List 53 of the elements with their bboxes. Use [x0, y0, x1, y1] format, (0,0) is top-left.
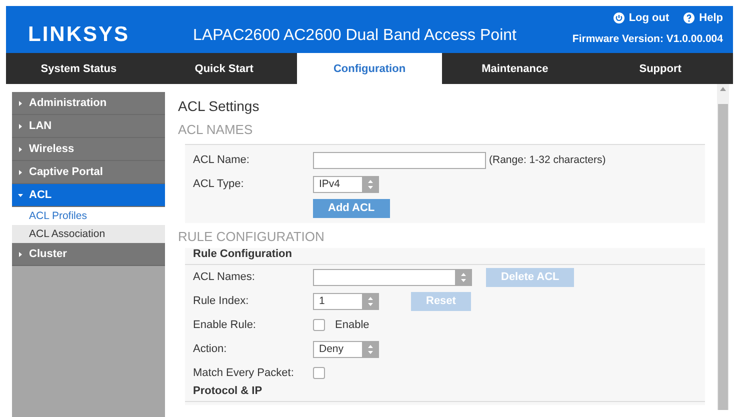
field-label: Enable Rule: [193, 319, 257, 331]
section-heading: RULE CONFIGURATION [178, 229, 326, 244]
group-heading: Rule Configuration [185, 248, 705, 265]
sidebar-item[interactable]: Administration [12, 92, 165, 115]
section-heading: ACL NAMES [178, 122, 254, 137]
caret-down-icon [18, 192, 23, 198]
checkbox-label: Enable [335, 319, 370, 331]
scrollbar-thumb[interactable] [718, 104, 728, 410]
add-button[interactable]: Add ACL [313, 198, 390, 218]
help-icon [683, 12, 696, 24]
select-field[interactable]: IPv4 [313, 176, 379, 192]
field-label: ACL Type: [193, 178, 245, 190]
field-label: ACL Names: [193, 271, 256, 283]
nav-tab[interactable]: Maintenance [442, 53, 588, 84]
dropdown-field[interactable] [313, 268, 472, 286]
nav-tab[interactable]: System Status [6, 53, 152, 84]
brand-logo: LINKSYS [28, 23, 131, 47]
caret-right-icon [18, 100, 23, 106]
checkbox[interactable] [313, 319, 325, 331]
page-title: ACL Settings [178, 98, 260, 114]
field-label: Match Every Packet: [193, 367, 295, 379]
sidebar-subitem[interactable]: ACL Profiles [12, 207, 165, 225]
power-icon [612, 12, 625, 24]
field-label: Action: [193, 343, 228, 355]
sidebar-item[interactable]: Wireless [12, 138, 165, 161]
logout-link[interactable]: Log out [612, 12, 670, 24]
caret-right-icon [18, 170, 23, 174]
spinner-arrows-icon [455, 268, 472, 286]
spinner-arrows-icon [362, 292, 379, 310]
help-link[interactable]: Help [683, 12, 723, 24]
sidebar-item[interactable]: Captive Portal [12, 161, 165, 184]
field-label: Rule Index: [193, 295, 250, 307]
group-heading: Protocol & IP [185, 385, 705, 402]
select-field[interactable]: 1 [313, 292, 379, 310]
nav-tab[interactable]: Configuration [296, 53, 442, 84]
sidebar-item[interactable]: Cluster [12, 243, 165, 266]
caret-right-icon [18, 146, 23, 152]
range-hint: (Range: 1-32 characters) [489, 154, 606, 166]
checkbox[interactable] [313, 367, 325, 379]
caret-right-icon [18, 252, 23, 256]
sidebar-subitem[interactable]: ACL Association [12, 225, 165, 243]
nav-tab[interactable]: Support [588, 53, 734, 84]
select-field[interactable]: Deny [313, 340, 379, 358]
caret-right-icon [18, 124, 23, 128]
firmware-version: Firmware Version: V1.0.00.004 [572, 33, 723, 47]
field-label: ACL Name: [193, 154, 250, 166]
nav-tab[interactable]: Quick Start [151, 53, 297, 84]
sidebar-item[interactable]: ACL [12, 184, 165, 207]
spinner-arrows-icon [362, 340, 379, 358]
spinner-arrows-icon [362, 176, 379, 192]
product-title: LAPAC2600 AC2600 Dual Band Access Point [193, 27, 518, 46]
sidebar-item[interactable]: LAN [12, 115, 165, 138]
text-field[interactable] [313, 152, 486, 168]
